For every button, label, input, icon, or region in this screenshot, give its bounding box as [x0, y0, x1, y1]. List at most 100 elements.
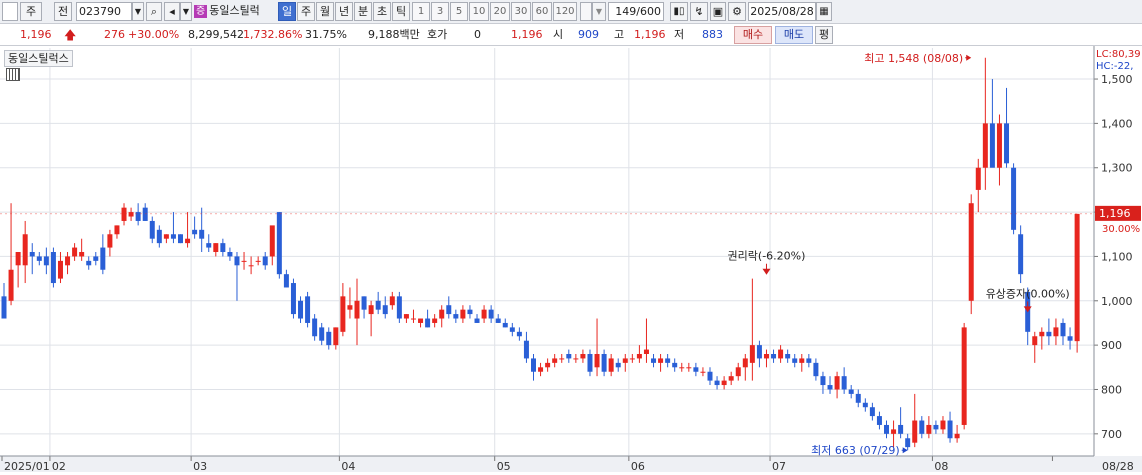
data-count-input[interactable]: 149/600: [608, 2, 664, 21]
y-tick-label: 1,500: [1101, 73, 1133, 86]
market-checkbox[interactable]: [2, 2, 18, 21]
x-tick-label: 04: [341, 460, 355, 472]
candle-body: [156, 229, 162, 244]
interval-1[interactable]: 1: [412, 2, 430, 21]
data-grid-icon[interactable]: [6, 68, 20, 81]
y-tick-label: 1,300: [1101, 162, 1133, 175]
tab-period-year[interactable]: 년: [335, 2, 353, 21]
prev-button[interactable]: 전: [54, 2, 72, 21]
high-price: 1,196: [634, 28, 666, 41]
candle-body: [142, 207, 148, 221]
chart-area: 7008009001,0001,1001,2001,3001,4001,5002…: [0, 46, 1142, 473]
annotation-event-label: 유상증자(0.00%): [986, 287, 1070, 300]
custom-interval-dropdown-icon[interactable]: ▼: [592, 2, 606, 21]
indicator-icon[interactable]: ↯: [690, 2, 708, 21]
candle-body: [481, 309, 487, 319]
low-label: 저: [674, 28, 685, 41]
candle-body: [389, 296, 395, 306]
corner-label-lc: LC:80,39: [1096, 49, 1141, 60]
tab-period-week[interactable]: 주: [297, 2, 315, 21]
chart-type-icon[interactable]: ▮▯: [670, 2, 688, 21]
search-icon[interactable]: ⌕: [146, 2, 162, 21]
candle-body: [1053, 327, 1059, 337]
candle-body: [947, 420, 953, 439]
candle-body: [792, 358, 798, 363]
candle-body: [298, 300, 304, 319]
candle-body: [926, 424, 932, 434]
candle-body: [467, 309, 473, 315]
up-arrow-icon: 🡅: [64, 28, 77, 42]
tab-period-tick[interactable]: 틱: [392, 2, 410, 21]
candle-body: [439, 309, 445, 319]
x-tick-label: 06: [631, 460, 645, 472]
interval-10[interactable]: 10: [469, 2, 489, 21]
x-tick-label: 08: [934, 460, 948, 472]
candle-body: [566, 354, 572, 359]
interval-30[interactable]: 30: [511, 2, 531, 21]
candle-body: [1004, 123, 1010, 164]
candle-body: [523, 340, 529, 359]
date-input[interactable]: 2025/08/28: [748, 2, 816, 21]
interval-60[interactable]: 60: [532, 2, 552, 21]
candle-body: [1074, 213, 1080, 342]
market-select[interactable]: 주: [20, 2, 42, 21]
candle-body: [580, 354, 586, 359]
price-chart[interactable]: 7008009001,0001,1001,2001,3001,4001,5002…: [0, 46, 1142, 473]
candle-body: [841, 376, 847, 390]
candle-body: [771, 354, 777, 359]
candle-body: [213, 243, 219, 252]
toolbar: 주 전 023790 ▼ ⌕ ◂ ▼ 증 동일스틸럭 일 주 월 년 분 초 틱 …: [0, 0, 1142, 24]
candle-body: [432, 318, 438, 323]
tab-period-day[interactable]: 일: [278, 2, 296, 21]
candle-body: [700, 371, 706, 373]
candle-body: [919, 420, 925, 434]
stock-name-label: 동일스틸럭: [209, 4, 260, 17]
speaker-dropdown-icon[interactable]: ▼: [180, 2, 192, 21]
price-change-pct: +30.00%: [128, 28, 180, 41]
save-icon[interactable]: ▣: [710, 2, 726, 21]
candle-body: [848, 389, 854, 394]
low-price: 883: [702, 28, 723, 41]
candle-body: [756, 345, 762, 359]
candle-body: [714, 380, 720, 386]
candle-body: [615, 362, 621, 368]
candle-body: [954, 433, 960, 439]
y-tick-label: 700: [1101, 428, 1122, 441]
calendar-icon[interactable]: ▦: [816, 2, 832, 21]
hoga-value: 0: [474, 28, 481, 41]
buy-button[interactable]: 매수: [734, 26, 772, 44]
average-button[interactable]: 평: [815, 26, 833, 44]
candle-body: [410, 318, 416, 320]
sell-button[interactable]: 매도: [775, 26, 813, 44]
candle-body: [149, 220, 155, 239]
interval-3[interactable]: 3: [431, 2, 449, 21]
candle-body: [446, 305, 452, 315]
candle-body: [636, 354, 642, 359]
candle-body: [178, 234, 183, 244]
stock-code-input[interactable]: 023790: [76, 2, 132, 21]
volume: 8,299,542: [188, 28, 244, 41]
candle-body: [192, 229, 198, 235]
code-dropdown-icon[interactable]: ▼: [132, 2, 144, 21]
interval-120[interactable]: 120: [553, 2, 577, 21]
candle-body: [50, 252, 56, 284]
interval-5[interactable]: 5: [450, 2, 468, 21]
candle-body: [128, 212, 134, 217]
candle-body: [57, 260, 63, 279]
candle-body: [114, 225, 120, 235]
annotation-low-arrow: [902, 447, 908, 454]
stock-name[interactable]: 증 동일스틸럭: [194, 2, 278, 21]
custom-interval-input[interactable]: [580, 2, 592, 21]
candle-body: [876, 416, 882, 425]
speaker-icon[interactable]: ◂: [164, 2, 180, 21]
candle-body: [368, 305, 374, 315]
tab-period-second[interactable]: 초: [373, 2, 391, 21]
annotation-event-label: 권리락(-6.20%): [728, 250, 806, 263]
candle-body: [573, 358, 579, 360]
tab-period-month[interactable]: 월: [316, 2, 334, 21]
hoga-label: 호가: [427, 28, 448, 41]
tab-period-minute[interactable]: 분: [354, 2, 372, 21]
interval-20[interactable]: 20: [490, 2, 510, 21]
open-price: 909: [578, 28, 599, 41]
gear-icon[interactable]: ⚙: [728, 2, 746, 21]
